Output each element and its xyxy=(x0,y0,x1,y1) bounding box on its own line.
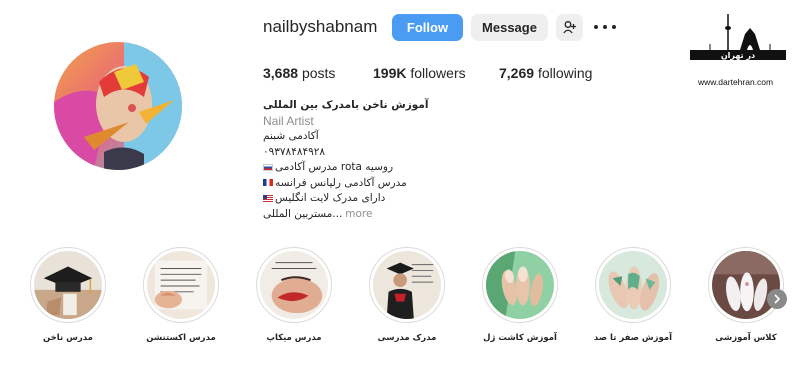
highlight-label: آموزش صفر تا صد xyxy=(593,333,673,343)
story-highlight[interactable]: مدرک مدرسی xyxy=(367,247,447,343)
story-highlight[interactable]: مدرس ناخن xyxy=(28,247,108,343)
followers-label: followers xyxy=(410,65,466,81)
followers-stat[interactable]: 199K followers xyxy=(373,65,466,81)
following-label: following xyxy=(537,65,593,81)
following-count: 7,269 xyxy=(499,65,535,81)
highlight-label: مدرس اکستنشن xyxy=(146,333,216,343)
certificate-icon xyxy=(147,251,215,319)
profile-avatar[interactable] xyxy=(54,42,182,170)
bio-line-phone: ۰۹۳۷۸۴۸۴۹۲۸ xyxy=(263,145,326,158)
diploma-icon xyxy=(373,251,441,319)
profile-username: nailbyshabnam xyxy=(263,17,378,36)
highlight-label: آموزش کاشت ژل xyxy=(483,333,557,343)
posts-label: posts xyxy=(301,65,336,81)
highlights-next-button[interactable] xyxy=(767,289,787,309)
story-highlight[interactable]: آموزش صفر تا صد xyxy=(593,247,673,343)
russia-flag-icon xyxy=(263,163,273,171)
highlight-label: مدرک مدرسی xyxy=(377,333,437,343)
avatar-image xyxy=(54,42,182,170)
nail-art-icon xyxy=(599,251,667,319)
message-button[interactable]: Message xyxy=(471,14,548,41)
highlight-label: مدرس ناخن xyxy=(43,333,93,343)
bio-line-rota: مدرس آکادمی rota روسیه xyxy=(263,160,428,176)
posts-stat: 3,688 posts xyxy=(263,65,335,81)
bio-line-france: مدرس آکادمی رلیانس فرانسه xyxy=(263,176,428,192)
makeup-icon xyxy=(260,251,328,319)
bio-line-master: مستربین المللی... more xyxy=(263,207,373,220)
chevron-right-icon xyxy=(774,294,781,304)
bio-more-link[interactable]: more xyxy=(345,208,372,220)
watermark-url: www.dartehran.com xyxy=(698,77,774,87)
ellipsis-icon[interactable] xyxy=(594,18,616,36)
highlight-label: مدرس میکاپ xyxy=(266,333,322,343)
highlight-label: کلاس آموزشی xyxy=(715,333,777,343)
story-highlight[interactable]: آموزش کاشت ژل xyxy=(480,247,560,343)
bio-name: آموزش ناخن بامدرک بین المللی xyxy=(263,99,429,111)
watermark-brand: در تهران xyxy=(721,51,755,60)
suggested-accounts-button[interactable] xyxy=(556,14,583,41)
us-flag-icon xyxy=(263,194,273,202)
france-flag-icon xyxy=(263,179,273,186)
story-highlight[interactable]: مدرس میکاپ xyxy=(254,247,334,343)
person-plus-icon xyxy=(562,21,576,34)
followers-count: 199K xyxy=(373,65,407,81)
bio-category: Nail Artist xyxy=(263,113,314,128)
follow-button[interactable]: Follow xyxy=(392,14,463,41)
gel-nails-icon xyxy=(486,251,554,319)
graduation-cap-icon xyxy=(34,251,102,319)
posts-count: 3,688 xyxy=(263,65,299,81)
bio-line-england: دارای مدرک لایت انگلیس xyxy=(263,191,428,207)
class-icon xyxy=(712,251,780,319)
story-highlight[interactable]: مدرس اکستنشن xyxy=(141,247,221,343)
profile-bio: آموزش ناخن بامدرک بین المللی Nail Artist… xyxy=(263,98,428,222)
following-stat[interactable]: 7,269 following xyxy=(499,65,592,81)
bio-line-academy: آکادمی شبنم xyxy=(263,130,319,142)
